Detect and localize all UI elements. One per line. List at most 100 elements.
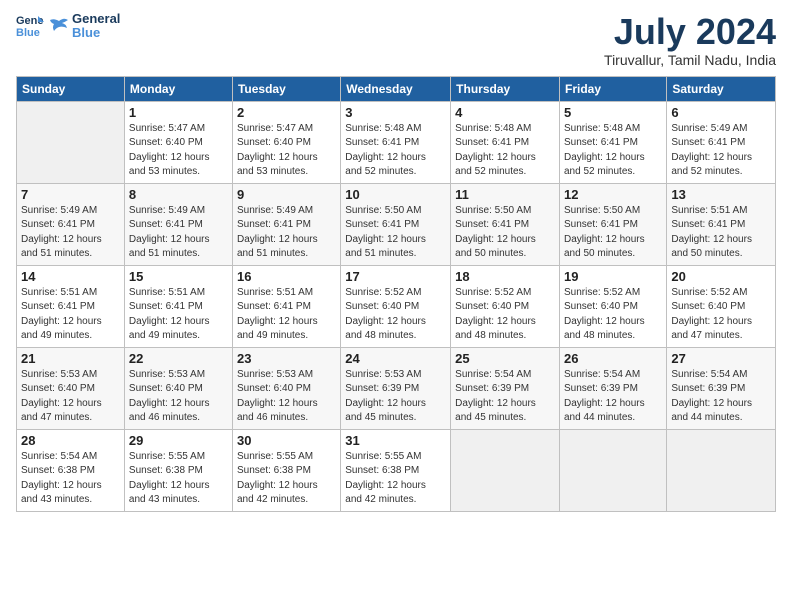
day-number: 23 xyxy=(237,351,336,366)
calendar-header-row: SundayMondayTuesdayWednesdayThursdayFrid… xyxy=(17,76,776,101)
day-info: Sunrise: 5:54 AMSunset: 6:39 PMDaylight:… xyxy=(671,368,771,426)
day-number: 16 xyxy=(237,269,336,284)
logo-icon: General Blue xyxy=(16,12,44,40)
col-header-thursday: Thursday xyxy=(451,76,560,101)
day-info: Sunrise: 5:49 AMSunset: 6:41 PMDaylight:… xyxy=(21,204,120,262)
day-info: Sunrise: 5:53 AMSunset: 6:40 PMDaylight:… xyxy=(21,368,120,426)
col-header-saturday: Saturday xyxy=(667,76,776,101)
calendar-cell: 17Sunrise: 5:52 AMSunset: 6:40 PMDayligh… xyxy=(341,265,451,347)
calendar-cell: 22Sunrise: 5:53 AMSunset: 6:40 PMDayligh… xyxy=(124,347,232,429)
day-info: Sunrise: 5:54 AMSunset: 6:38 PMDaylight:… xyxy=(21,450,120,508)
day-number: 2 xyxy=(237,105,336,120)
day-number: 29 xyxy=(129,433,228,448)
calendar-cell: 4Sunrise: 5:48 AMSunset: 6:41 PMDaylight… xyxy=(451,101,560,183)
day-number: 12 xyxy=(564,187,662,202)
day-info: Sunrise: 5:51 AMSunset: 6:41 PMDaylight:… xyxy=(21,286,120,344)
day-info: Sunrise: 5:47 AMSunset: 6:40 PMDaylight:… xyxy=(237,122,336,180)
day-info: Sunrise: 5:55 AMSunset: 6:38 PMDaylight:… xyxy=(237,450,336,508)
calendar-cell: 6 Sunrise: 5:49 AMSunset: 6:41 PMDaylight… xyxy=(667,101,776,183)
day-info: Sunrise: 5:48 AMSunset: 6:41 PMDaylight:… xyxy=(345,122,446,180)
day-number: 7 xyxy=(21,187,120,202)
calendar-cell: 26 Sunrise: 5:54 AMSunset: 6:39 PMDayligh… xyxy=(560,347,667,429)
calendar-table: SundayMondayTuesdayWednesdayThursdayFrid… xyxy=(16,76,776,512)
col-header-wednesday: Wednesday xyxy=(341,76,451,101)
calendar-cell: 10Sunrise: 5:50 AMSunset: 6:41 PMDayligh… xyxy=(341,183,451,265)
calendar-cell: 12 Sunrise: 5:50 AMSunset: 6:41 PMDayligh… xyxy=(560,183,667,265)
calendar-cell: 18 Sunrise: 5:52 AMSunset: 6:40 PMDayligh… xyxy=(451,265,560,347)
day-number: 9 xyxy=(237,187,336,202)
logo-bird-icon xyxy=(48,15,70,37)
day-number: 15 xyxy=(129,269,228,284)
day-info: Sunrise: 5:51 AMSunset: 6:41 PMDaylight:… xyxy=(671,204,771,262)
day-info: Sunrise: 5:52 AMSunset: 6:40 PMDaylight:… xyxy=(564,286,662,344)
day-number: 28 xyxy=(21,433,120,448)
day-info: Sunrise: 5:55 AMSunset: 6:38 PMDaylight:… xyxy=(345,450,446,508)
calendar-cell xyxy=(560,429,667,511)
calendar-cell: 21 Sunrise: 5:53 AMSunset: 6:40 PMDayligh… xyxy=(17,347,125,429)
calendar-cell: 2 Sunrise: 5:47 AMSunset: 6:40 PMDaylight… xyxy=(232,101,340,183)
calendar-cell: 15Sunrise: 5:51 AMSunset: 6:41 PMDayligh… xyxy=(124,265,232,347)
day-info: Sunrise: 5:55 AMSunset: 6:38 PMDaylight:… xyxy=(129,450,228,508)
day-number: 3 xyxy=(345,105,446,120)
month-title: July 2024 xyxy=(604,12,776,52)
day-info: Sunrise: 5:53 AMSunset: 6:39 PMDaylight:… xyxy=(345,368,446,426)
day-number: 5 xyxy=(564,105,662,120)
day-info: Sunrise: 5:53 AMSunset: 6:40 PMDaylight:… xyxy=(129,368,228,426)
calendar-cell: 7 Sunrise: 5:49 AMSunset: 6:41 PMDaylight… xyxy=(17,183,125,265)
logo-line1: General xyxy=(72,12,120,26)
calendar-cell: 25 Sunrise: 5:54 AMSunset: 6:39 PMDayligh… xyxy=(451,347,560,429)
title-block: July 2024 Tiruvallur, Tamil Nadu, India xyxy=(604,12,776,68)
day-number: 31 xyxy=(345,433,446,448)
day-info: Sunrise: 5:49 AMSunset: 6:41 PMDaylight:… xyxy=(671,122,771,180)
col-header-tuesday: Tuesday xyxy=(232,76,340,101)
calendar-week-row: 14Sunrise: 5:51 AMSunset: 6:41 PMDayligh… xyxy=(17,265,776,347)
day-number: 4 xyxy=(455,105,555,120)
calendar-cell: 1Sunrise: 5:47 AMSunset: 6:40 PMDaylight… xyxy=(124,101,232,183)
calendar-week-row: 28 Sunrise: 5:54 AMSunset: 6:38 PMDayligh… xyxy=(17,429,776,511)
day-number: 8 xyxy=(129,187,228,202)
day-number: 21 xyxy=(21,351,120,366)
calendar-cell: 20 Sunrise: 5:52 AMSunset: 6:40 PMDayligh… xyxy=(667,265,776,347)
day-number: 27 xyxy=(671,351,771,366)
day-number: 13 xyxy=(671,187,771,202)
col-header-friday: Friday xyxy=(560,76,667,101)
logo-line2: Blue xyxy=(72,26,120,40)
calendar-cell: 28 Sunrise: 5:54 AMSunset: 6:38 PMDayligh… xyxy=(17,429,125,511)
calendar-cell: 23 Sunrise: 5:53 AMSunset: 6:40 PMDayligh… xyxy=(232,347,340,429)
calendar-cell: 30 Sunrise: 5:55 AMSunset: 6:38 PMDayligh… xyxy=(232,429,340,511)
calendar-week-row: 1 Sunrise: 5:47 AMSunset: 6:40 PMDaylight… xyxy=(17,101,776,183)
calendar-cell: 14Sunrise: 5:51 AMSunset: 6:41 PMDayligh… xyxy=(17,265,125,347)
day-number: 26 xyxy=(564,351,662,366)
day-info: Sunrise: 5:51 AMSunset: 6:41 PMDaylight:… xyxy=(237,286,336,344)
calendar-cell: 19Sunrise: 5:52 AMSunset: 6:40 PMDayligh… xyxy=(560,265,667,347)
location-subtitle: Tiruvallur, Tamil Nadu, India xyxy=(604,52,776,68)
day-info: Sunrise: 5:50 AMSunset: 6:41 PMDaylight:… xyxy=(564,204,662,262)
calendar-cell: 13 Sunrise: 5:51 AMSunset: 6:41 PMDayligh… xyxy=(667,183,776,265)
calendar-cell xyxy=(667,429,776,511)
logo: General Blue General Blue xyxy=(16,12,120,41)
day-number: 11 xyxy=(455,187,555,202)
day-info: Sunrise: 5:54 AMSunset: 6:39 PMDaylight:… xyxy=(564,368,662,426)
day-info: Sunrise: 5:49 AMSunset: 6:41 PMDaylight:… xyxy=(237,204,336,262)
day-number: 24 xyxy=(345,351,446,366)
calendar-cell: 5Sunrise: 5:48 AMSunset: 6:41 PMDaylight… xyxy=(560,101,667,183)
col-header-monday: Monday xyxy=(124,76,232,101)
day-info: Sunrise: 5:53 AMSunset: 6:40 PMDaylight:… xyxy=(237,368,336,426)
day-number: 20 xyxy=(671,269,771,284)
col-header-sunday: Sunday xyxy=(17,76,125,101)
day-number: 25 xyxy=(455,351,555,366)
day-info: Sunrise: 5:52 AMSunset: 6:40 PMDaylight:… xyxy=(671,286,771,344)
day-number: 6 xyxy=(671,105,771,120)
day-number: 1 xyxy=(129,105,228,120)
day-number: 30 xyxy=(237,433,336,448)
day-info: Sunrise: 5:52 AMSunset: 6:40 PMDaylight:… xyxy=(455,286,555,344)
svg-text:Blue: Blue xyxy=(16,27,40,39)
day-number: 18 xyxy=(455,269,555,284)
calendar-cell: 8Sunrise: 5:49 AMSunset: 6:41 PMDaylight… xyxy=(124,183,232,265)
calendar-cell: 27 Sunrise: 5:54 AMSunset: 6:39 PMDayligh… xyxy=(667,347,776,429)
day-info: Sunrise: 5:54 AMSunset: 6:39 PMDaylight:… xyxy=(455,368,555,426)
calendar-cell: 16 Sunrise: 5:51 AMSunset: 6:41 PMDayligh… xyxy=(232,265,340,347)
calendar-cell: 24 Sunrise: 5:53 AMSunset: 6:39 PMDayligh… xyxy=(341,347,451,429)
calendar-cell: 31 Sunrise: 5:55 AMSunset: 6:38 PMDayligh… xyxy=(341,429,451,511)
calendar-cell xyxy=(17,101,125,183)
